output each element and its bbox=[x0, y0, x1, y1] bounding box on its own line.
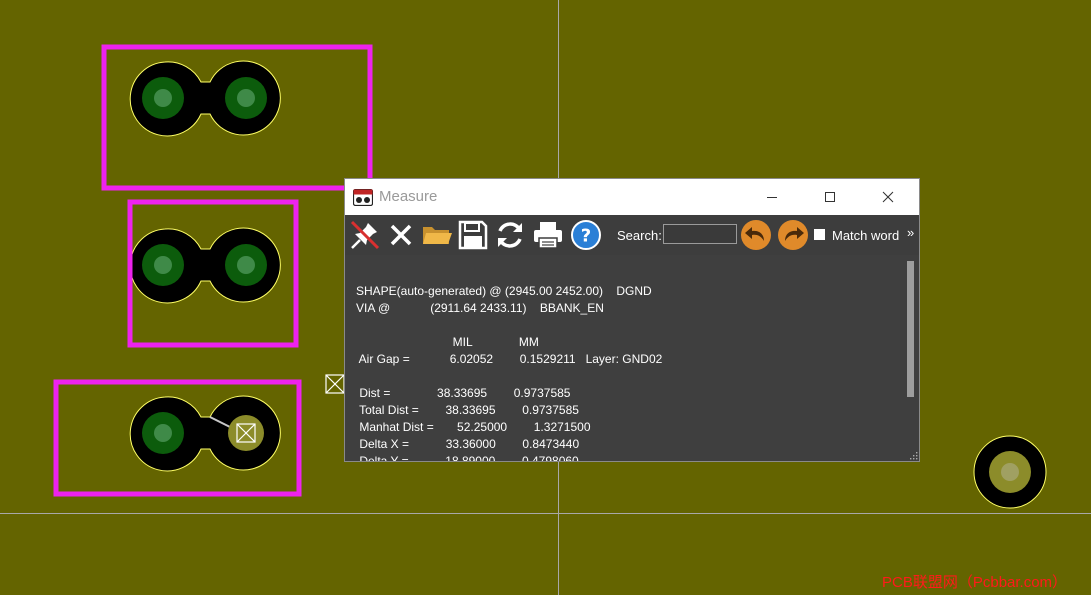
match-word-label: Match word bbox=[832, 228, 900, 243]
results-pane[interactable]: SHAPE(auto-generated) @ (2945.00 2452.00… bbox=[345, 257, 919, 461]
close-button[interactable] bbox=[865, 179, 911, 215]
double-chevron-right-icon[interactable]: » bbox=[907, 225, 914, 240]
help-icon[interactable]: ? bbox=[569, 218, 603, 252]
via-hole bbox=[154, 424, 172, 442]
arrow-back-icon[interactable] bbox=[740, 219, 772, 251]
title-bar[interactable]: Measure bbox=[345, 179, 919, 215]
standalone-via[interactable] bbox=[973, 435, 1047, 509]
via-hole bbox=[237, 89, 255, 107]
maximize-icon bbox=[825, 192, 835, 202]
via-hole bbox=[237, 256, 255, 274]
search-label: Search: bbox=[617, 228, 662, 243]
measure-app-icon bbox=[353, 189, 373, 206]
open-folder-icon[interactable] bbox=[420, 218, 454, 252]
window-title: Measure bbox=[379, 188, 438, 205]
scrollbar-thumb[interactable] bbox=[907, 261, 914, 397]
minimize-button[interactable] bbox=[749, 179, 795, 215]
measure-results-text: SHAPE(auto-generated) @ (2945.00 2452.00… bbox=[356, 284, 663, 461]
svg-text:?: ? bbox=[581, 226, 591, 247]
arrow-forward-icon[interactable] bbox=[777, 219, 809, 251]
refresh-icon[interactable] bbox=[493, 218, 527, 252]
clear-icon[interactable] bbox=[384, 218, 418, 252]
pin-off-icon[interactable] bbox=[348, 218, 382, 252]
print-icon[interactable] bbox=[531, 218, 565, 252]
via-hole bbox=[154, 256, 172, 274]
close-icon bbox=[882, 191, 894, 203]
pad-pair[interactable] bbox=[129, 60, 281, 137]
pad-pair[interactable] bbox=[129, 227, 281, 304]
save-icon[interactable] bbox=[456, 218, 490, 252]
match-word-checkbox[interactable] bbox=[814, 229, 825, 240]
measure-toolbar: ? Search: Match word » bbox=[345, 215, 919, 255]
watermark: PCB联盟网（Pcbbar.com） bbox=[882, 574, 1068, 591]
resize-grip-icon[interactable] bbox=[909, 451, 918, 460]
maximize-button[interactable] bbox=[807, 179, 853, 215]
search-input[interactable] bbox=[663, 224, 737, 244]
pad-pair-measured[interactable] bbox=[129, 395, 281, 472]
cursor-marker bbox=[325, 374, 345, 394]
via-hole bbox=[154, 89, 172, 107]
measure-window[interactable]: Measure ? Search: Match word » SHAPE(aut… bbox=[344, 178, 920, 462]
minimize-icon bbox=[767, 197, 777, 198]
